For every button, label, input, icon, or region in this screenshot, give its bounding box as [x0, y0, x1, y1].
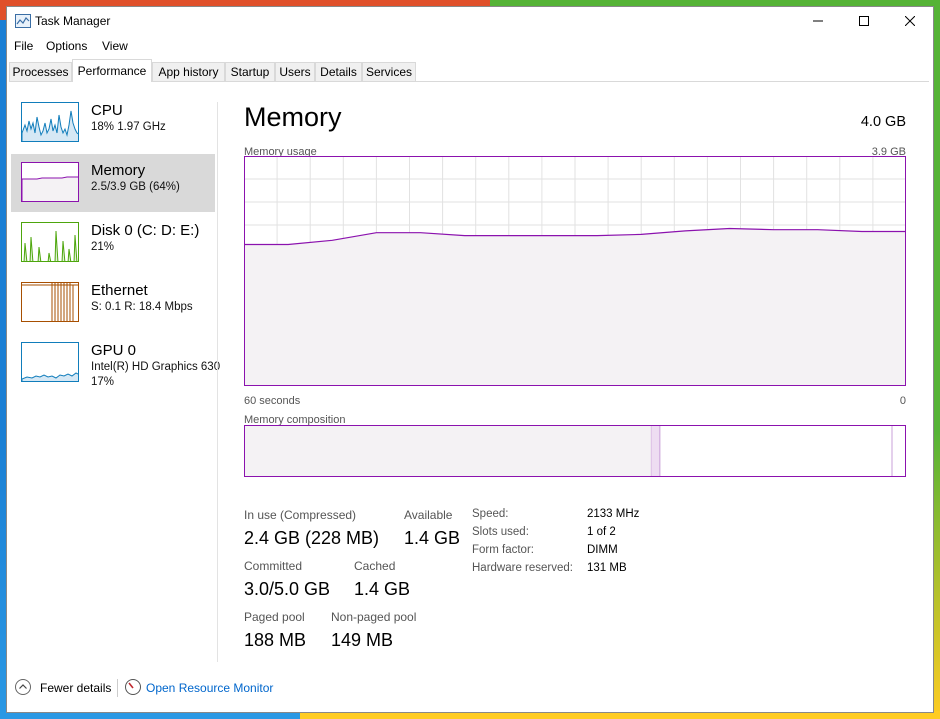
sidebar-gpu-detail: Intel(R) HD Graphics 630: [91, 361, 221, 373]
in-use-value: 2.4 GB (228 MB): [244, 528, 380, 548]
footer-bar: Fewer details Open Resource Monitor: [7, 675, 933, 707]
fewer-details-link[interactable]: Fewer details: [40, 681, 111, 695]
minimize-icon: [813, 20, 823, 22]
available-value: 1.4 GB: [404, 528, 461, 548]
task-manager-icon: [15, 14, 31, 28]
memory-thumbnail-graph: [21, 162, 79, 202]
menu-bar: File Options View: [7, 35, 933, 57]
tab-app-history[interactable]: App history: [152, 62, 225, 81]
cached-value: 1.4 GB: [354, 579, 411, 599]
sidebar-item-disk[interactable]: Disk 0 (C: D: E:) 21%: [11, 214, 215, 272]
slots-used-value: 1 of 2: [587, 526, 616, 538]
tab-details[interactable]: Details: [315, 62, 362, 81]
tab-strip: Processes Performance App history Startu…: [9, 59, 929, 82]
available-label: Available: [404, 508, 453, 522]
hardware-reserved-label: Hardware reserved:: [472, 562, 573, 574]
sidebar-item-cpu[interactable]: CPU 18% 1.97 GHz: [11, 94, 215, 152]
time-axis-right: 0: [899, 395, 906, 407]
minimize-button[interactable]: [795, 7, 841, 35]
chevron-up-icon[interactable]: [15, 679, 31, 695]
hardware-reserved-value: 131 MB: [587, 562, 627, 574]
tab-processes[interactable]: Processes: [9, 62, 72, 81]
close-button[interactable]: [887, 7, 933, 35]
committed-label: Committed: [244, 559, 303, 573]
sidebar-gpu-usage: 17%: [91, 376, 115, 388]
title-bar[interactable]: Task Manager: [7, 7, 933, 35]
tab-services[interactable]: Services: [362, 62, 416, 81]
footer-separator: [117, 679, 118, 697]
form-factor-value: DIMM: [587, 544, 618, 556]
sidebar-ethernet-detail: S: 0.1 R: 18.4 Mbps: [91, 301, 193, 313]
memory-usage-graph: [244, 156, 906, 386]
sidebar-divider: [217, 102, 218, 662]
sidebar-cpu-name: CPU: [91, 102, 123, 119]
disk-thumbnail-graph: [21, 222, 79, 262]
tab-users[interactable]: Users: [275, 62, 315, 81]
sidebar-item-ethernet[interactable]: Ethernet S: 0.1 R: 18.4 Mbps: [11, 274, 215, 332]
non-paged-pool-label: Non-paged pool: [331, 610, 417, 624]
tab-startup[interactable]: Startup: [225, 62, 275, 81]
in-use-label: In use (Compressed): [244, 508, 357, 522]
window-title: Task Manager: [35, 14, 111, 28]
close-icon: [905, 16, 915, 26]
open-resource-monitor-link[interactable]: Open Resource Monitor: [146, 681, 273, 695]
maximize-button[interactable]: [841, 7, 887, 35]
paged-pool-label: Paged pool: [244, 610, 305, 624]
form-factor-label: Form factor:: [472, 544, 534, 556]
non-paged-pool-value: 149 MB: [331, 630, 394, 650]
sidebar-memory-name: Memory: [91, 162, 146, 179]
sidebar-ethernet-name: Ethernet: [91, 282, 148, 299]
cpu-thumbnail-graph: [21, 102, 79, 142]
sidebar-item-gpu[interactable]: GPU 0 Intel(R) HD Graphics 630 17%: [11, 334, 220, 392]
sidebar-cpu-detail: 18% 1.97 GHz: [91, 121, 166, 133]
composition-modified: [651, 426, 660, 476]
page-title: Memory: [244, 102, 342, 132]
resource-monitor-icon[interactable]: [125, 679, 141, 695]
task-manager-window: Task Manager File Options View Processes…: [6, 6, 934, 713]
sidebar-disk-detail: 21%: [91, 241, 115, 253]
cached-label: Cached: [354, 559, 396, 573]
slots-used-label: Slots used:: [472, 526, 529, 538]
memory-total: 4.0 GB: [860, 114, 906, 130]
menu-view[interactable]: View: [102, 39, 128, 53]
composition-in-use: [245, 426, 653, 476]
memory-composition-bar: [244, 425, 906, 477]
speed-value: 2133 MHz: [587, 508, 640, 520]
maximize-icon: [859, 16, 869, 26]
sidebar-gpu-name: GPU 0: [91, 342, 137, 359]
resource-sidebar: CPU 18% 1.97 GHz Memory 2.5/3.9 GB (64%)…: [7, 82, 220, 662]
menu-options[interactable]: Options: [46, 39, 87, 53]
sidebar-disk-name: Disk 0 (C: D: E:): [91, 222, 200, 239]
gpu-thumbnail-graph: [21, 342, 79, 382]
speed-label: Speed:: [472, 508, 509, 520]
sidebar-memory-detail: 2.5/3.9 GB (64%): [91, 181, 180, 193]
time-axis-left: 60 seconds: [244, 395, 301, 407]
memory-usage-area: [244, 228, 906, 386]
tab-performance[interactable]: Performance: [72, 59, 152, 82]
sidebar-item-memory[interactable]: Memory 2.5/3.9 GB (64%): [11, 154, 215, 212]
menu-file[interactable]: File: [14, 39, 33, 53]
committed-value: 3.0/5.0 GB: [244, 579, 331, 599]
paged-pool-value: 188 MB: [244, 630, 307, 650]
ethernet-thumbnail-graph: [21, 282, 79, 322]
